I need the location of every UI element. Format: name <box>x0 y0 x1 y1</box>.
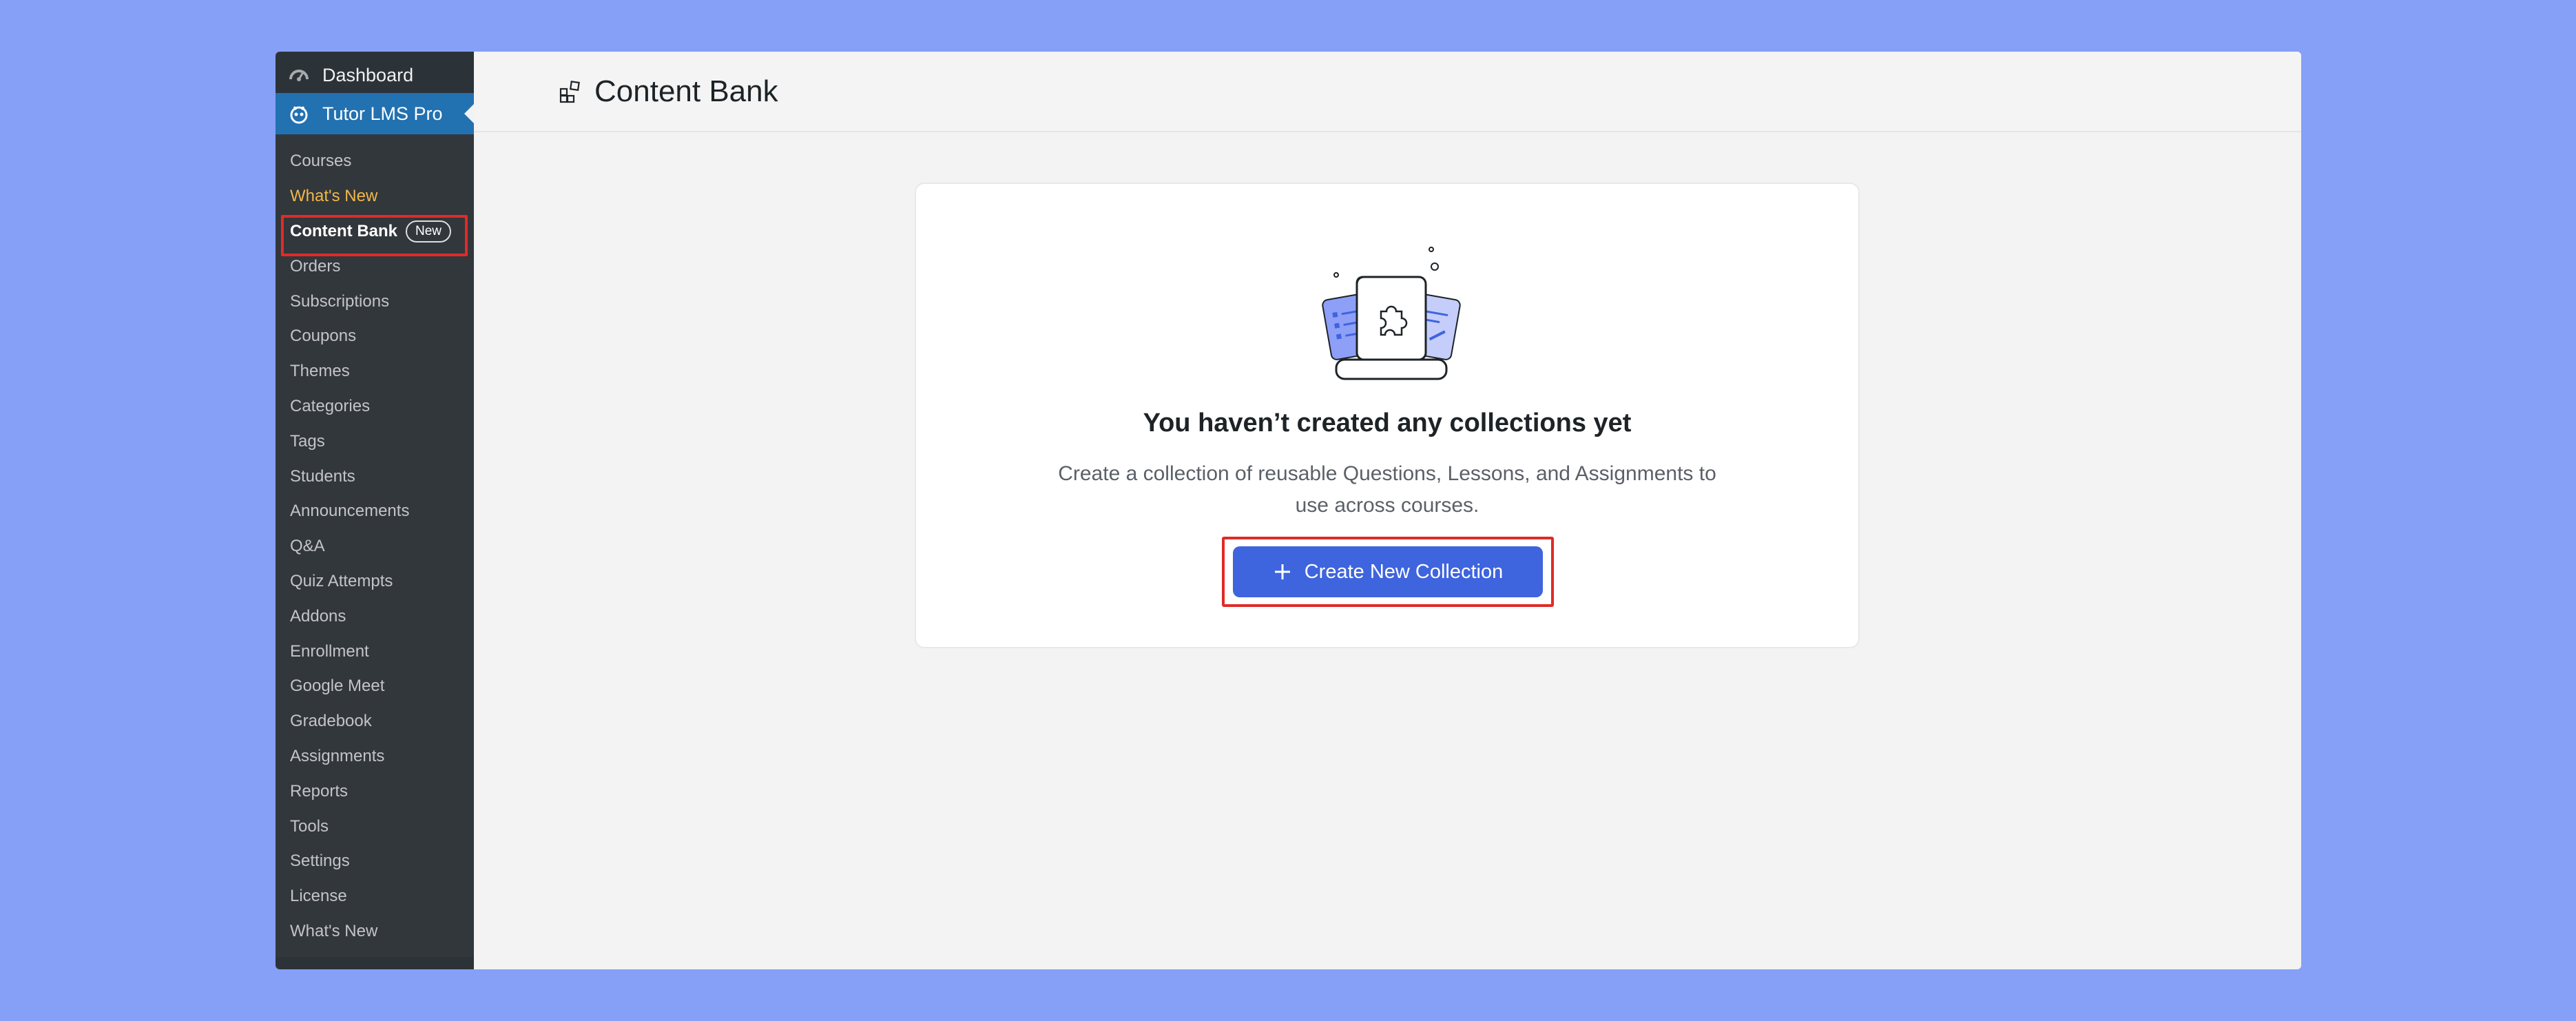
submenu-item-enrollment[interactable]: Enrollment <box>276 634 474 669</box>
sidebar-item-label: Tutor LMS Pro <box>322 103 443 124</box>
sidebar-item-label: Dashboard <box>322 64 414 85</box>
submenu-item-settings[interactable]: Settings <box>276 844 474 879</box>
submenu-item-subscriptions[interactable]: Subscriptions <box>276 284 474 319</box>
sidebar-item-dashboard[interactable]: Dashboard <box>276 57 474 93</box>
empty-state-description: Create a collection of reusable Question… <box>1058 462 1716 517</box>
submenu-item-reports[interactable]: Reports <box>276 774 474 809</box>
submenu-item-whats-new[interactable]: What's New <box>276 914 474 949</box>
highlight-box: Create New Collection <box>1222 537 1554 607</box>
submenu-item-whats-new-highlight[interactable]: What's New <box>276 179 474 214</box>
new-badge: New <box>406 220 452 243</box>
app-window: Dashboard Tutor LMS Pro Courses What's N… <box>276 52 2301 969</box>
empty-state-card: You haven’t created any collections yet … <box>915 183 1860 648</box>
submenu-item-coupons[interactable]: Coupons <box>276 319 474 354</box>
submenu-item-courses[interactable]: Courses <box>276 144 474 179</box>
submenu-item-qa[interactable]: Q&A <box>276 529 474 564</box>
button-label: Create New Collection <box>1304 560 1504 583</box>
submenu-item-announcements[interactable]: Announcements <box>276 494 474 529</box>
create-new-collection-button[interactable]: Create New Collection <box>1233 546 1543 597</box>
active-menu-arrow <box>464 104 474 123</box>
submenu-item-gradebook[interactable]: Gradebook <box>276 704 474 739</box>
plus-icon <box>1273 562 1292 581</box>
submenu-item-tools[interactable]: Tools <box>276 809 474 844</box>
submenu-item-license[interactable]: License <box>276 879 474 914</box>
submenu-item-themes[interactable]: Themes <box>276 354 474 389</box>
page-header: Content Bank <box>474 52 2301 132</box>
submenu-item-assignments[interactable]: Assignments <box>276 739 474 774</box>
submenu-item-students[interactable]: Students <box>276 459 474 494</box>
dashboard-gauge-icon <box>288 64 310 86</box>
submenu-item-label: Content Bank <box>290 221 397 240</box>
main-content: Content Bank You haven’t created any col… <box>474 52 2301 969</box>
empty-collection-illustration-icon <box>1305 246 1477 384</box>
submenu-item-orders[interactable]: Orders <box>276 249 474 284</box>
submenu-item-content-bank[interactable]: Content Bank New <box>276 214 474 256</box>
content-bank-icon <box>559 80 582 103</box>
submenu-item-google-meet[interactable]: Google Meet <box>276 669 474 704</box>
submenu-item-quiz-attempts[interactable]: Quiz Attempts <box>276 564 474 599</box>
submenu-item-addons[interactable]: Addons <box>276 599 474 634</box>
tutor-owl-icon <box>288 103 310 125</box>
submenu-item-categories[interactable]: Categories <box>276 389 474 424</box>
submenu-item-tags[interactable]: Tags <box>276 424 474 459</box>
empty-state-title: You haven’t created any collections yet <box>1143 409 1632 437</box>
submenu: Courses What's New Content Bank New Orde… <box>276 134 474 958</box>
page-title: Content Bank <box>594 74 778 108</box>
admin-sidebar: Dashboard Tutor LMS Pro Courses What's N… <box>276 52 474 969</box>
sidebar-item-tutor-lms[interactable]: Tutor LMS Pro <box>276 93 474 134</box>
